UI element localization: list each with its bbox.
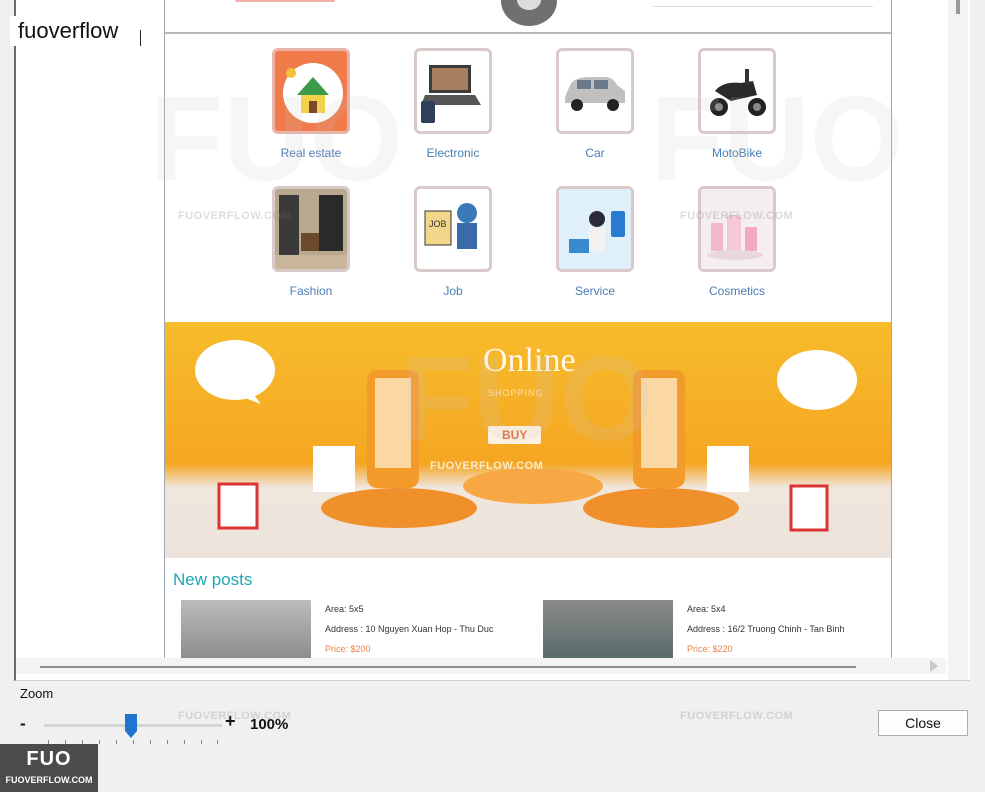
post-card[interactable]: Area: 5x5 Address : 10 Nguyen Xuan Hop -… — [181, 600, 521, 658]
post-area: Area: 5x5 — [325, 604, 364, 614]
post-card[interactable]: Area: 5x4 Address : 16/2 Truong Chinh - … — [543, 600, 883, 658]
category-real-estate[interactable]: Real estate — [263, 48, 359, 160]
zoom-label: Zoom — [20, 686, 54, 701]
fuo-logo: FUO FUOVERFLOW.COM — [0, 744, 98, 792]
logo-mark: FUO — [26, 748, 72, 770]
category-motobike[interactable]: MotoBike — [689, 48, 785, 160]
zoom-out-label: - — [20, 714, 26, 733]
category-label: Car — [585, 146, 605, 160]
category-cosmetics[interactable]: Cosmetics — [689, 186, 785, 298]
job-icon: JOB — [414, 186, 492, 272]
cosmetics-icon — [698, 186, 776, 272]
category-job[interactable]: JOB Job — [405, 186, 501, 298]
svg-text:JOB: JOB — [429, 219, 447, 229]
motorbike-icon — [698, 48, 776, 134]
car-icon — [556, 48, 634, 134]
category-label: Real estate — [280, 146, 342, 160]
category-label: Cosmetics — [708, 284, 765, 298]
category-electronic[interactable]: Electronic — [405, 48, 501, 160]
preview-page: Real estate Electronic Car MotoBike Fash… — [164, 0, 892, 658]
scroll-right-arrow-icon[interactable] — [930, 660, 938, 672]
banner-title: Online — [483, 342, 576, 379]
close-button[interactable]: Close — [878, 710, 968, 736]
banner-subtitle: SHOPPING — [488, 388, 544, 398]
category-car[interactable]: Car — [547, 48, 643, 160]
logo-text: FUOVERFLOW.COM — [5, 775, 93, 785]
zoom-value: 100% — [250, 716, 289, 733]
header-search-box — [653, 0, 873, 7]
laptop-icon — [414, 48, 492, 134]
service-icon — [556, 186, 634, 272]
post-price: Price: $200 — [325, 644, 371, 654]
watermark-text: FUOVERFLOW.COM — [680, 710, 794, 722]
zoom-slider-thumb[interactable] — [124, 713, 138, 739]
zoom-in-label: + — [225, 711, 236, 731]
category-service[interactable]: Service — [547, 186, 643, 298]
page-header — [165, 0, 891, 34]
category-label: MotoBike — [711, 146, 763, 160]
post-area: Area: 5x4 — [687, 604, 726, 614]
category-fashion[interactable]: Fashion — [263, 186, 359, 298]
text-caret — [140, 30, 141, 46]
post-price: Price: $220 — [687, 644, 733, 654]
banner-buy-button[interactable]: BUY — [488, 426, 542, 444]
category-label: Electronic — [426, 146, 480, 160]
post-address: Address : 10 Nguyen Xuan Hop - Thu Duc — [325, 624, 494, 634]
promo-banner[interactable]: Online SHOPPING BUY — [165, 322, 891, 558]
post-thumbnail — [181, 600, 311, 658]
horizontal-scroll-thumb[interactable] — [40, 666, 856, 668]
vertical-scrollbar[interactable] — [948, 0, 968, 680]
category-label: Fashion — [289, 284, 333, 298]
category-label: Service — [574, 284, 615, 298]
category-label: Job — [443, 284, 463, 298]
fashion-store-icon — [272, 186, 350, 272]
new-posts-heading: New posts — [173, 570, 253, 589]
post-address: Address : 16/2 Truong Chinh - Tan Binh — [687, 624, 845, 634]
header-red-text — [235, 0, 335, 2]
print-preview-window: Real estate Electronic Car MotoBike Fash… — [0, 0, 985, 792]
window-title-label: fuoverflow — [10, 16, 127, 46]
vertical-scroll-thumb[interactable] — [956, 0, 960, 14]
house-icon — [272, 48, 350, 134]
post-thumbnail — [543, 600, 673, 658]
